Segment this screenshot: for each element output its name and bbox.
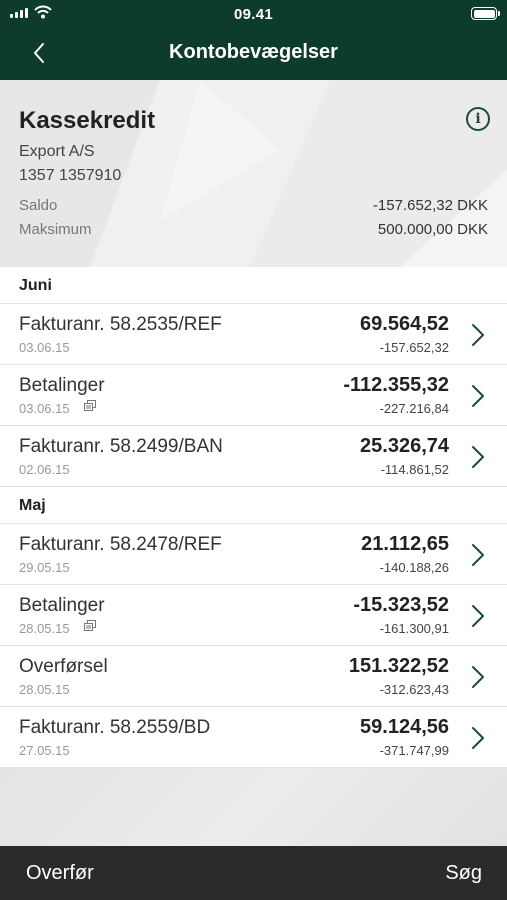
transaction-description: Overførsel (19, 656, 108, 677)
navigation-bar: Kontobevægelser (0, 28, 507, 78)
transaction-amount: 21.112,65 (361, 533, 449, 555)
info-icon[interactable]: i (466, 107, 490, 131)
section-header: Maj (0, 487, 507, 524)
transaction-balance: -227.216,84 (379, 401, 449, 416)
transaction-balance: -371.747,99 (379, 743, 449, 758)
maksimum-label: Maksimum (19, 221, 92, 238)
transaction-description: Fakturanr. 58.2499/BAN (19, 436, 223, 457)
copy-icon (84, 620, 96, 631)
status-time: 09.41 (233, 6, 274, 23)
transaction-row[interactable]: Betalinger 03.06.15 -112.355,32 -227.216… (0, 365, 507, 426)
status-bar: 09.41 (0, 0, 507, 28)
transaction-amount: -15.323,52 (353, 594, 449, 616)
chevron-right-icon (472, 446, 484, 468)
search-button[interactable]: Søg (445, 862, 482, 885)
transaction-row[interactable]: Fakturanr. 58.2559/BD 27.05.15 59.124,56… (0, 707, 507, 768)
transaction-balance: -140.188,26 (379, 560, 449, 575)
transaction-row[interactable]: Fakturanr. 58.2535/REF 03.06.15 69.564,5… (0, 304, 507, 365)
chevron-right-icon (472, 666, 484, 688)
transaction-balance: -157.652,32 (379, 340, 449, 355)
chevron-right-icon (472, 324, 484, 346)
transaction-date: 02.06.15 (19, 462, 70, 477)
transaction-description: Betalinger (19, 595, 105, 616)
account-summary: Kassekredit i Export A/S 1357 1357910 Sa… (0, 80, 507, 267)
transaction-description: Betalinger (19, 375, 105, 396)
transaction-date: 03.06.15 (19, 340, 70, 355)
transaction-description: Fakturanr. 58.2478/REF (19, 534, 222, 555)
chevron-right-icon (472, 544, 484, 566)
transaction-balance: -312.623,43 (379, 682, 449, 697)
list-footer-background (0, 768, 507, 846)
section-header: Juni (0, 267, 507, 304)
account-name: Kassekredit (19, 107, 156, 134)
page-title: Kontobevægelser (169, 41, 338, 63)
transaction-amount: 151.322,52 (348, 655, 449, 677)
transaction-description: Fakturanr. 58.2535/REF (19, 314, 222, 335)
chevron-right-icon (472, 605, 484, 627)
transaction-row[interactable]: Overførsel 28.05.15 151.322,52 -312.623,… (0, 646, 507, 707)
transaction-amount: 69.564,52 (360, 313, 449, 335)
maksimum-value: 500.000,00 DKK (377, 221, 488, 238)
transaction-balance: -161.300,91 (379, 621, 449, 636)
maksimum-row: Maksimum 500.000,00 DKK (19, 221, 488, 238)
copy-icon (84, 400, 96, 411)
saldo-row: Saldo -157.652,32 DKK (19, 197, 488, 214)
transaction-amount: 59.124,56 (360, 716, 449, 738)
transaction-row[interactable]: Fakturanr. 58.2478/REF 29.05.15 21.112,6… (0, 524, 507, 585)
transaction-date: 03.06.15 (19, 401, 70, 416)
transaction-amount: -112.355,32 (343, 374, 449, 396)
chevron-right-icon (472, 727, 484, 749)
transaction-row[interactable]: Betalinger 28.05.15 -15.323,52 -161.300,… (0, 585, 507, 646)
transaction-date: 29.05.15 (19, 560, 70, 575)
saldo-label: Saldo (19, 197, 58, 214)
transaction-amount: 25.326,74 (360, 435, 449, 457)
account-number: 1357 1357910 (19, 167, 122, 184)
transaction-description: Fakturanr. 58.2559/BD (19, 717, 211, 738)
transaction-date: 27.05.15 (19, 743, 70, 758)
battery-icon (471, 7, 500, 20)
saldo-value: -157.652,32 DKK (372, 197, 488, 214)
bottom-toolbar: Overfør Søg (0, 846, 507, 900)
chevron-right-icon (472, 385, 484, 407)
top-bar: 09.41 Kontobevægelser (0, 0, 507, 80)
transaction-list: Juni Fakturanr. 58.2535/REF 03.06.15 69.… (0, 267, 507, 768)
transfer-button[interactable]: Overfør (26, 862, 94, 885)
transaction-row[interactable]: Fakturanr. 58.2499/BAN 02.06.15 25.326,7… (0, 426, 507, 487)
account-company: Export A/S (19, 143, 95, 160)
transaction-date: 28.05.15 (19, 621, 70, 636)
transaction-balance: -114.861,52 (380, 462, 449, 477)
transaction-date: 28.05.15 (19, 682, 70, 697)
